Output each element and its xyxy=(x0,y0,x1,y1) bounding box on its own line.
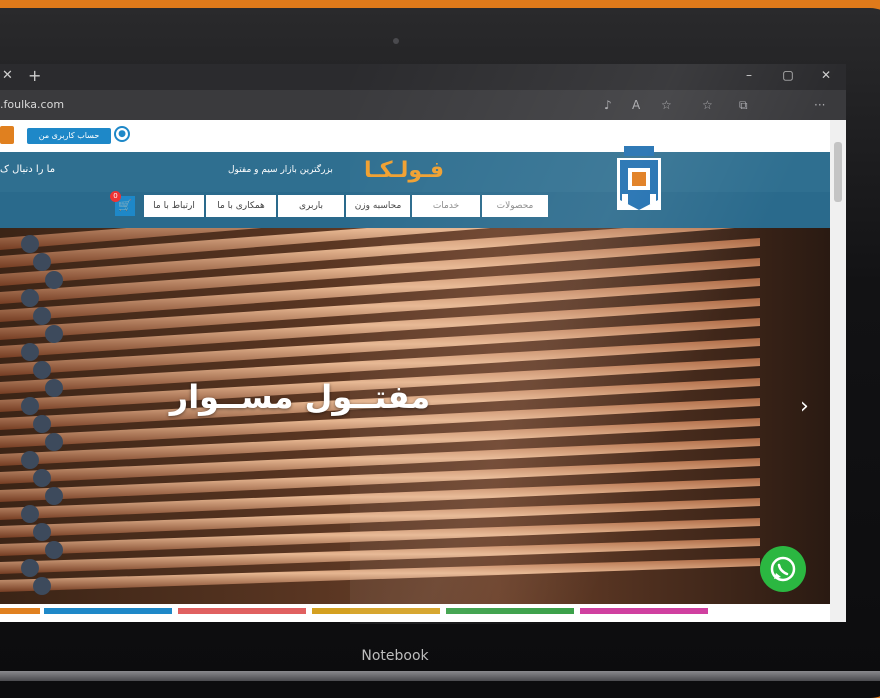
whatsapp-button[interactable] xyxy=(760,546,806,592)
whatsapp-icon xyxy=(770,556,796,582)
favorites-icon[interactable]: ☆ xyxy=(702,98,713,112)
rod-end xyxy=(45,325,63,343)
rod-end xyxy=(33,577,51,595)
main-nav: 🛒 0 ارتباط با ما همکاری با ما باربری محا… xyxy=(0,191,830,228)
rod-end xyxy=(33,307,51,325)
follow-us-text: ما را دنبال ک xyxy=(0,164,56,175)
device-label: Notebook xyxy=(361,648,429,664)
tab-close-icon[interactable]: ✕ xyxy=(2,68,13,83)
strip-yellow xyxy=(312,608,440,614)
rod-end xyxy=(21,559,39,577)
nav-services[interactable]: خدمات xyxy=(412,195,480,217)
site-tagline: بزرگترین بازار سیم و مفتول xyxy=(228,165,333,175)
camera-icon xyxy=(393,38,399,44)
restore-button[interactable]: ▢ xyxy=(773,68,803,82)
strip-red xyxy=(178,608,306,614)
site-logo[interactable] xyxy=(614,144,664,212)
minimize-button[interactable]: – xyxy=(734,68,764,82)
nav-weight-calc[interactable]: محاسبه وزن xyxy=(346,195,410,217)
rod-end xyxy=(45,433,63,451)
copper-rods-image xyxy=(0,228,830,604)
category-strips xyxy=(0,608,830,614)
rod-end xyxy=(45,541,63,559)
new-tab-button[interactable]: + xyxy=(28,66,41,85)
rod-end xyxy=(21,451,39,469)
rod-end xyxy=(33,253,51,271)
rod-end xyxy=(21,505,39,523)
account-button[interactable]: حساب کاربری من xyxy=(27,128,111,144)
browser-tab-bar: ✕ + – ▢ ✕ xyxy=(0,64,846,90)
cart-icon: 🛒 xyxy=(118,199,132,212)
rod-end xyxy=(33,361,51,379)
strip-blue xyxy=(44,608,172,614)
nav-shipping[interactable]: باربری xyxy=(278,195,344,217)
laptop-base xyxy=(0,671,880,681)
rod-end xyxy=(45,379,63,397)
read-aloud-icon[interactable]: ♪ xyxy=(604,98,612,112)
text-size-icon[interactable]: A xyxy=(632,98,640,112)
rod-end xyxy=(45,487,63,505)
brand-wordmark[interactable]: فـولـکـا xyxy=(364,158,444,183)
rod-end xyxy=(21,343,39,361)
site-header: ما را دنبال ک بزرگترین بازار سیم و مفتول… xyxy=(0,152,830,192)
rod-end xyxy=(33,469,51,487)
rod-end xyxy=(21,397,39,415)
browser-address-bar: .foulka.com ♪ A ☆ ☆ ⧉ ··· xyxy=(0,90,846,120)
slider-next-button[interactable]: › xyxy=(800,394,809,419)
favorite-add-icon[interactable]: ☆ xyxy=(661,98,672,112)
rod-end xyxy=(45,271,63,289)
address-url[interactable]: .foulka.com xyxy=(0,98,64,111)
cart-button[interactable]: 🛒 0 xyxy=(110,191,135,216)
support-icon[interactable] xyxy=(0,126,14,144)
more-icon[interactable]: ··· xyxy=(814,98,825,112)
nav-contact[interactable]: ارتباط با ما xyxy=(144,195,204,217)
collections-icon[interactable]: ⧉ xyxy=(739,98,748,113)
close-window-button[interactable]: ✕ xyxy=(811,68,841,82)
cart-count-badge: 0 xyxy=(110,191,121,202)
strip-pink xyxy=(580,608,708,614)
nav-products[interactable]: محصولات xyxy=(482,195,548,217)
rod-end xyxy=(21,235,39,253)
scrollbar-thumb[interactable] xyxy=(834,142,842,202)
rod-end xyxy=(33,415,51,433)
strip-orange xyxy=(0,608,40,614)
utility-bar: حساب کاربری من ● xyxy=(0,120,830,152)
hero-title: مفتــول مســوار xyxy=(169,378,431,416)
laptop-screen: ✕ + – ▢ ✕ .foulka.com ♪ A ☆ ☆ ⧉ ··· حساب… xyxy=(0,64,846,622)
rod-end xyxy=(33,523,51,541)
strip-green xyxy=(446,608,574,614)
rod-end xyxy=(21,289,39,307)
nav-cooperation[interactable]: همکاری با ما xyxy=(206,195,276,217)
user-icon[interactable]: ● xyxy=(114,126,130,142)
hero-slider: مفتــول مســوار › xyxy=(0,228,830,604)
page-scrollbar[interactable] xyxy=(830,120,846,622)
web-page: حساب کاربری من ● ما را دنبال ک بزرگترین … xyxy=(0,120,830,622)
